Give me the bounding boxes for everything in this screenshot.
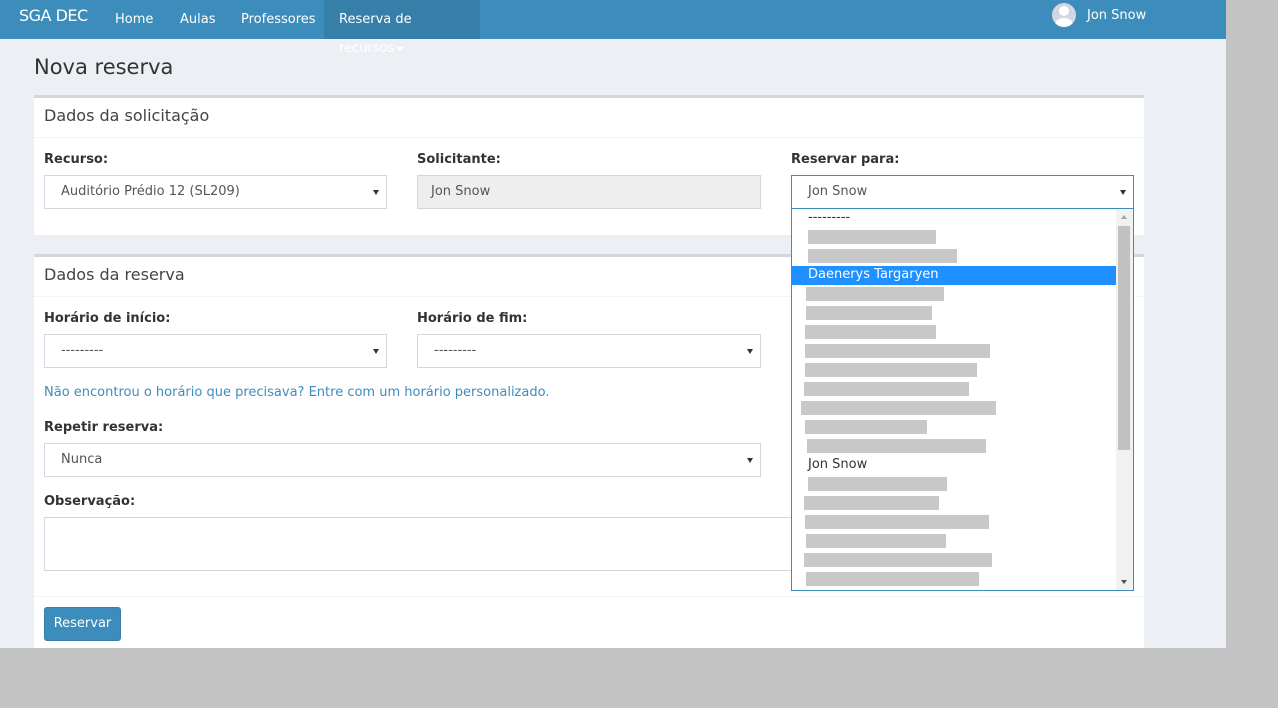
app-window: SGA DEC Home Aulas Professores Reserva d… (0, 0, 1226, 648)
solicitante-value: Jon Snow (431, 184, 491, 199)
select-arrow-icon (747, 349, 753, 354)
nav-home-label: Home (115, 12, 154, 27)
redacted-option-text (804, 496, 939, 510)
scroll-thumb[interactable] (1118, 226, 1130, 450)
redacted-option-text (801, 401, 996, 415)
dropdown-option[interactable] (792, 323, 1116, 342)
dropdown-option[interactable]: --------- (792, 209, 1116, 228)
dropdown-option[interactable] (792, 494, 1116, 513)
inicio-label: Horário de início: (44, 311, 171, 326)
dropdown-scrollbar[interactable] (1116, 209, 1133, 590)
user-name: Jon Snow (1087, 7, 1147, 23)
redacted-option-text (805, 420, 927, 434)
recurso-select[interactable]: Auditório Prédio 12 (SL209) (44, 175, 387, 209)
nav-professores-label: Professores (241, 12, 316, 27)
dropdown-option[interactable] (792, 247, 1116, 266)
dropdown-option[interactable] (792, 342, 1116, 361)
redacted-option-text (808, 230, 936, 244)
repetir-value: Nunca (61, 452, 103, 467)
select-arrow-icon (373, 349, 379, 354)
redacted-option-text (805, 515, 989, 529)
repetir-select[interactable]: Nunca (44, 443, 761, 477)
recurso-value: Auditório Prédio 12 (SL209) (61, 184, 240, 199)
reservar-para-value: Jon Snow (808, 184, 868, 199)
dropdown-option[interactable]: Jon Snow (792, 456, 1116, 475)
dropdown-option[interactable] (792, 437, 1116, 456)
page-title: Nova reserva (34, 55, 174, 79)
reservar-para-dropdown[interactable]: --------- Daenerys Targaryen Jon Snow (791, 209, 1134, 591)
dropdown-option-label: --------- (808, 210, 851, 225)
dropdown-option[interactable] (792, 399, 1116, 418)
select-arrow-icon (373, 190, 379, 195)
top-navbar: SGA DEC Home Aulas Professores Reserva d… (0, 0, 1226, 56)
solicitante-field: Jon Snow (417, 175, 761, 209)
dropdown-option[interactable] (792, 570, 1116, 589)
redacted-option-text (806, 287, 944, 301)
redacted-option-text (808, 249, 957, 263)
inicio-value: --------- (61, 343, 104, 358)
dropdown-option[interactable] (792, 475, 1116, 494)
reservar-button[interactable]: Reservar (44, 607, 121, 641)
redacted-option-text (806, 534, 946, 548)
redacted-option-text (805, 325, 936, 339)
nav-professores[interactable]: Professores (226, 0, 331, 39)
solicitacao-header: Dados da solicitação (34, 98, 1144, 138)
dropdown-option[interactable] (792, 380, 1116, 399)
redacted-option-text (805, 344, 990, 358)
brand-logo[interactable]: SGA DEC (19, 6, 88, 25)
fim-value: --------- (434, 343, 477, 358)
dropdown-option-label: Daenerys Targaryen (808, 267, 939, 282)
dropdown-option[interactable] (792, 285, 1116, 304)
reservar-para-label: Reservar para: (791, 152, 900, 167)
redacted-option-text (804, 553, 992, 567)
scroll-down-icon[interactable] (1121, 580, 1127, 584)
select-arrow-icon (747, 458, 753, 463)
nav-aulas-label: Aulas (180, 12, 216, 27)
inicio-select[interactable]: --------- (44, 334, 387, 368)
observacao-label: Observação: (44, 494, 136, 509)
solicitante-label: Solicitante: (417, 152, 501, 167)
dropdown-option[interactable] (792, 418, 1116, 437)
scroll-up-icon[interactable] (1121, 215, 1127, 219)
nav-aulas[interactable]: Aulas (165, 0, 230, 39)
nav-home[interactable]: Home (100, 0, 168, 39)
dropdown-option-label: Jon Snow (808, 457, 868, 472)
divider (34, 596, 1144, 597)
select-arrow-icon (1120, 190, 1126, 195)
dropdown-option[interactable] (792, 228, 1116, 247)
fim-label: Horário de fim: (417, 311, 528, 326)
custom-time-link[interactable]: Não encontrou o horário que precisava? E… (44, 385, 549, 400)
dropdown-option[interactable] (792, 304, 1116, 323)
reservar-para-select[interactable]: Jon Snow (791, 175, 1134, 209)
dropdown-option[interactable]: Daenerys Targaryen (792, 266, 1116, 285)
fim-select[interactable]: --------- (417, 334, 761, 368)
repetir-label: Repetir reserva: (44, 420, 164, 435)
redacted-option-text (804, 382, 969, 396)
nav-reserva-recursos[interactable]: Reserva de recursos (324, 0, 480, 56)
avatar (1052, 3, 1076, 27)
recurso-label: Recurso: (44, 152, 109, 167)
caret-down-icon (396, 46, 405, 51)
redacted-option-text (808, 477, 947, 491)
redacted-option-text (806, 572, 979, 586)
redacted-option-text (807, 439, 986, 453)
redacted-option-text (805, 363, 977, 377)
user-menu[interactable]: Jon Snow (1052, 2, 1146, 28)
dropdown-option[interactable] (792, 532, 1116, 551)
dropdown-option[interactable] (792, 551, 1116, 570)
redacted-option-text (806, 306, 932, 320)
dropdown-option[interactable] (792, 513, 1116, 532)
dropdown-option[interactable] (792, 361, 1116, 380)
